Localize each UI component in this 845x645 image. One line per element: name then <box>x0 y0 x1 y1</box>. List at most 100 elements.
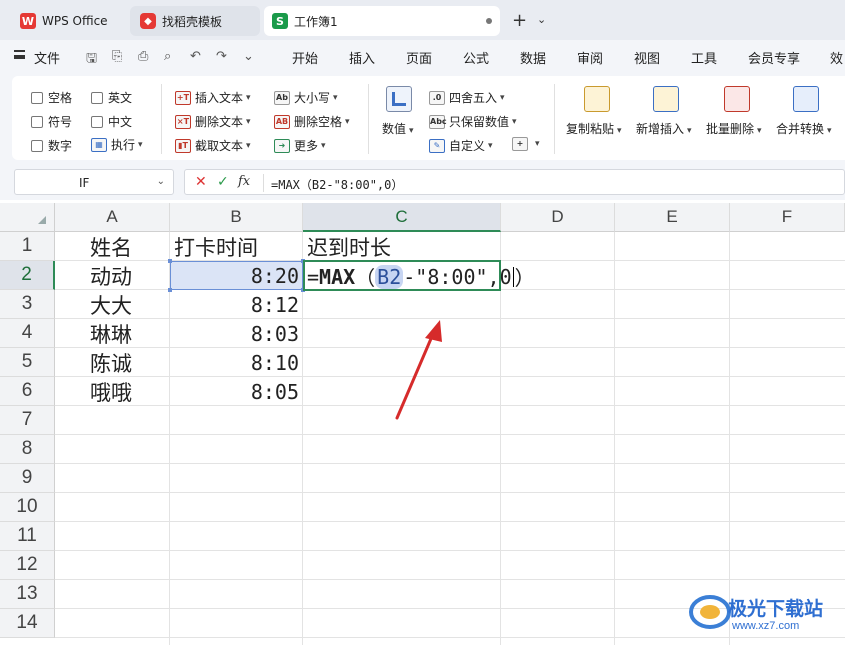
cell-b6[interactable]: 8:05 <box>170 377 303 406</box>
row-header[interactable]: 13 <box>0 580 55 609</box>
checkbox-chinese[interactable]: 中文 <box>91 113 132 130</box>
confirm-icon[interactable]: ✓ <box>217 174 229 190</box>
add-more-button[interactable]: + ▾ <box>512 137 540 151</box>
batch-delete-icon[interactable] <box>724 86 750 112</box>
new-tab-plus-icon[interactable]: + <box>512 10 527 31</box>
cell-a1[interactable]: 姓名 <box>90 232 132 261</box>
menu-effects[interactable]: 效 <box>830 48 843 67</box>
menu-member[interactable]: 会员专享 <box>748 48 800 67</box>
cell-c2-editor[interactable]: = MAX （ B2 -"8:00",0） <box>307 262 535 291</box>
export-icon[interactable]: ⎘ <box>112 49 122 64</box>
tab-workbook[interactable]: S 工作簿1 <box>264 6 500 36</box>
row-header[interactable]: 1 <box>0 232 55 261</box>
save-icon[interactable]: 🖫 <box>86 49 97 71</box>
menu-formula[interactable]: 公式 <box>463 48 489 67</box>
redo-icon[interactable]: ↷ <box>216 49 227 64</box>
row-header[interactable]: 3 <box>0 290 55 319</box>
column-header-c[interactable]: C <box>303 203 501 232</box>
checkbox-icon[interactable] <box>91 91 103 104</box>
chevron-down-icon[interactable]: ⌄ <box>157 176 165 187</box>
cell-b1[interactable]: 打卡时间 <box>174 232 258 261</box>
cell-b5[interactable]: 8:10 <box>170 348 303 377</box>
row-header[interactable]: 7 <box>0 406 55 435</box>
tab-docer-templates[interactable]: ◆ 找稻壳模板 <box>130 6 260 36</box>
numeric-icon[interactable] <box>386 86 412 112</box>
cell-a5[interactable]: 陈诚 <box>90 348 132 377</box>
execute-button[interactable]: ▦ 执行 ▾ <box>91 136 143 153</box>
row-header[interactable]: 5 <box>0 348 55 377</box>
column-header-f[interactable]: F <box>730 203 845 232</box>
row-header[interactable]: 6 <box>0 377 55 406</box>
menu-review[interactable]: 审阅 <box>577 48 603 67</box>
menu-page[interactable]: 页面 <box>406 48 432 67</box>
cell-b2[interactable]: 8:20 <box>170 261 303 290</box>
menu-hamburger-icon[interactable] <box>14 50 25 59</box>
insert-text-button[interactable]: +T 插入文本 ▾ <box>175 89 251 106</box>
batch-delete-button[interactable]: 批量删除 ▾ <box>706 120 762 137</box>
gridline <box>729 232 730 645</box>
row-header[interactable]: 8 <box>0 435 55 464</box>
menu-insert[interactable]: 插入 <box>349 48 375 67</box>
menu-tools[interactable]: 工具 <box>691 48 717 67</box>
menu-view[interactable]: 视图 <box>634 48 660 67</box>
row-header[interactable]: 11 <box>0 522 55 551</box>
add-insert-button[interactable]: 新增插入 ▾ <box>636 120 692 137</box>
print-icon[interactable]: ⎙ <box>138 49 148 64</box>
delete-space-button[interactable]: AB 删除空格 ▾ <box>274 113 350 130</box>
cell-a6[interactable]: 哦哦 <box>90 377 132 406</box>
checkbox-icon[interactable] <box>31 91 43 104</box>
row-header[interactable]: 10 <box>0 493 55 522</box>
merge-convert-icon[interactable] <box>793 86 819 112</box>
spreadsheet-grid[interactable]: A B C D E F 1 2 3 4 5 6 7 8 9 10 11 12 1… <box>0 200 845 645</box>
quick-access-dropdown-icon[interactable]: ⌄ <box>243 49 254 64</box>
numeric-button[interactable]: 数值 ▾ <box>382 120 414 137</box>
checkbox-number[interactable]: 数字 <box>31 137 72 154</box>
checkbox-space[interactable]: 空格 <box>31 89 72 106</box>
menu-file[interactable]: 文件 <box>34 48 60 67</box>
checkbox-icon[interactable] <box>31 115 43 128</box>
case-button[interactable]: Ab 大小写 ▾ <box>274 89 338 106</box>
row-header[interactable]: 2 <box>0 261 55 290</box>
row-header[interactable]: 14 <box>0 609 55 638</box>
cell-a4[interactable]: 琳琳 <box>90 319 132 348</box>
name-box[interactable]: IF ⌄ <box>14 169 174 195</box>
cancel-icon[interactable]: ✕ <box>195 174 207 190</box>
add-insert-icon[interactable] <box>653 86 679 112</box>
tab-wps-office[interactable]: W WPS Office <box>12 6 124 36</box>
cell-a3[interactable]: 大大 <box>90 290 132 319</box>
cell-b4[interactable]: 8:03 <box>170 319 303 348</box>
formula-text[interactable]: =MAX（B2-"8:00",0） <box>271 176 403 193</box>
copy-paste-button[interactable]: 复制粘贴 ▾ <box>566 120 622 137</box>
checkbox-symbol[interactable]: 符号 <box>31 113 72 130</box>
delete-text-button[interactable]: ×T 删除文本 ▾ <box>175 113 251 130</box>
checkbox-english[interactable]: 英文 <box>91 89 132 106</box>
chevron-down-icon[interactable]: ⌄ <box>537 13 546 26</box>
print-preview-icon[interactable]: ⌕ <box>164 49 171 64</box>
keep-numeric-button[interactable]: Abc 只保留数值 ▾ <box>429 113 517 130</box>
row-header[interactable]: 9 <box>0 464 55 493</box>
select-all-corner[interactable] <box>0 203 55 232</box>
cell-b3[interactable]: 8:12 <box>170 290 303 319</box>
more-button[interactable]: ➜ 更多 ▾ <box>274 137 326 154</box>
cell-c1[interactable]: 迟到时长 <box>307 232 391 261</box>
checkbox-icon[interactable] <box>91 115 103 128</box>
round-button[interactable]: .0 四舍五入 ▾ <box>429 89 505 106</box>
row-header[interactable]: 12 <box>0 551 55 580</box>
menu-start[interactable]: 开始 <box>292 48 318 67</box>
formula-input[interactable]: ✕ ✓ fx =MAX（B2-"8:00",0） <box>184 169 845 195</box>
row-header[interactable]: 4 <box>0 319 55 348</box>
column-header-e[interactable]: E <box>615 203 730 232</box>
insert-function-icon[interactable]: fx <box>238 174 250 189</box>
undo-icon[interactable]: ↶ <box>190 49 201 64</box>
merge-convert-button[interactable]: 合并转换 ▾ <box>776 120 832 137</box>
column-header-a[interactable]: A <box>55 203 170 232</box>
column-header-b[interactable]: B <box>170 203 303 232</box>
copy-paste-icon[interactable] <box>584 86 610 112</box>
column-header-d[interactable]: D <box>501 203 615 232</box>
extract-text-button[interactable]: ▮T 截取文本 ▾ <box>175 137 251 154</box>
unsaved-dot-icon[interactable] <box>486 18 492 24</box>
cell-a2[interactable]: 动动 <box>90 261 132 290</box>
custom-button[interactable]: ✎ 自定义 ▾ <box>429 137 493 154</box>
menu-data[interactable]: 数据 <box>520 48 546 67</box>
checkbox-icon[interactable] <box>31 139 43 152</box>
